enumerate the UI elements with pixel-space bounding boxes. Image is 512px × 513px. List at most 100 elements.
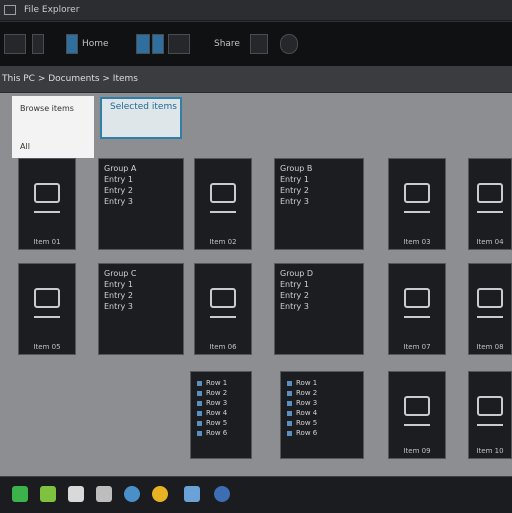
- globe-icon[interactable]: [214, 486, 230, 502]
- group-line: Entry 1: [104, 175, 133, 184]
- stand-icon: [210, 211, 236, 225]
- stand-icon: [210, 316, 236, 330]
- group-stack[interactable]: Group A Entry 1 Entry 2 Entry 3: [98, 158, 184, 250]
- group-line: Entry 1: [280, 280, 309, 289]
- item-tile[interactable]: Item 03: [388, 158, 446, 250]
- nav-item-selected[interactable]: Browse items All: [12, 96, 94, 158]
- view-icon[interactable]: [152, 34, 164, 54]
- stand-icon: [34, 211, 60, 225]
- mail-icon[interactable]: [184, 486, 200, 502]
- stand-icon: [404, 424, 430, 438]
- item-tile[interactable]: Item 10: [468, 371, 512, 459]
- share-icon[interactable]: [250, 34, 268, 54]
- stand-icon: [477, 424, 503, 438]
- group-stack[interactable]: Group C Entry 1 Entry 2 Entry 3: [98, 263, 184, 355]
- list-item: Row 6: [287, 428, 357, 438]
- stand-icon: [477, 211, 503, 225]
- group-line: Entry 2: [280, 291, 309, 300]
- monitor-icon: [34, 183, 60, 203]
- list-item: Row 3: [197, 398, 245, 408]
- group-line: Entry 2: [104, 291, 133, 300]
- settings-icon[interactable]: [124, 486, 140, 502]
- tile-caption: Item 08: [476, 343, 504, 351]
- list-item: Row 5: [197, 418, 245, 428]
- browser-icon[interactable]: [152, 486, 168, 502]
- folder-icon[interactable]: [68, 486, 84, 502]
- layout-button[interactable]: [168, 34, 190, 54]
- tile-caption: Item 09: [403, 447, 431, 455]
- view-icon[interactable]: [136, 34, 150, 54]
- group-line: Entry 3: [280, 302, 309, 311]
- list-item: Row 2: [287, 388, 357, 398]
- tile-caption: Item 03: [403, 238, 431, 246]
- media-icon[interactable]: [96, 486, 112, 502]
- tile-caption: Item 10: [476, 447, 504, 455]
- stand-icon: [404, 316, 430, 330]
- item-tile[interactable]: Item 01: [18, 158, 76, 250]
- tile-caption: Item 06: [209, 343, 237, 351]
- list-item: Row 2: [197, 388, 245, 398]
- list-item: Row 4: [287, 408, 357, 418]
- group-title: Group B: [280, 164, 313, 173]
- tile-caption: Item 05: [33, 343, 61, 351]
- tile-caption: Item 07: [403, 343, 431, 351]
- group-line: Entry 3: [104, 197, 133, 206]
- list-tile[interactable]: Row 1 Row 2 Row 3 Row 4 Row 5 Row 6: [280, 371, 364, 459]
- group-line: Entry 3: [104, 302, 133, 311]
- tile-caption: Item 01: [33, 238, 61, 246]
- app-icon: [4, 5, 16, 15]
- monitor-icon: [477, 396, 503, 416]
- item-tile[interactable]: Item 06: [194, 263, 252, 355]
- monitor-icon: [404, 288, 430, 308]
- disc-icon[interactable]: [280, 34, 298, 54]
- group-stack[interactable]: Group D Entry 1 Entry 2 Entry 3: [274, 263, 364, 355]
- list-item: Row 1: [287, 378, 357, 388]
- group-title: Group D: [280, 269, 314, 278]
- item-tile[interactable]: Item 04: [468, 158, 512, 250]
- item-tile[interactable]: Item 09: [388, 371, 446, 459]
- content-area: Browse items All Selected items Item 01 …: [0, 93, 512, 476]
- item-tile[interactable]: Item 08: [468, 263, 512, 355]
- address-bar[interactable]: This PC > Documents > Items: [0, 66, 512, 93]
- tab-selected-items[interactable]: Selected items: [100, 97, 182, 139]
- arrow-icon[interactable]: [312, 34, 352, 54]
- taskbar: [0, 476, 512, 513]
- group-line: Entry 2: [104, 186, 133, 195]
- forward-button[interactable]: [32, 34, 44, 54]
- toolbar-label-share[interactable]: Share: [214, 39, 240, 49]
- stand-icon: [477, 316, 503, 330]
- item-tile[interactable]: Item 05: [18, 263, 76, 355]
- monitor-icon: [210, 183, 236, 203]
- address-text: This PC > Documents > Items: [2, 74, 138, 84]
- list-item: Row 5: [287, 418, 357, 428]
- monitor-icon: [210, 288, 236, 308]
- window-title: File Explorer: [24, 5, 80, 15]
- app-icon[interactable]: [40, 486, 56, 502]
- back-button[interactable]: [4, 34, 26, 54]
- folder-icon[interactable]: [66, 34, 78, 54]
- group-stack[interactable]: Group B Entry 1 Entry 2 Entry 3: [274, 158, 364, 250]
- stand-icon: [34, 316, 60, 330]
- item-tile[interactable]: Item 07: [388, 263, 446, 355]
- group-title: Group C: [104, 269, 137, 278]
- start-icon[interactable]: [12, 486, 28, 502]
- group-line: Entry 3: [280, 197, 309, 206]
- list-tile[interactable]: Row 1 Row 2 Row 3 Row 4 Row 5 Row 6: [190, 371, 252, 459]
- tile-caption: Item 04: [476, 238, 504, 246]
- group-title: Group A: [104, 164, 137, 173]
- group-line: Entry 2: [280, 186, 309, 195]
- monitor-icon: [404, 396, 430, 416]
- group-line: Entry 1: [280, 175, 309, 184]
- nav-sub-label: All: [20, 142, 30, 151]
- toolbar: Home Share: [0, 21, 512, 67]
- monitor-icon: [477, 288, 503, 308]
- toolbar-label-home[interactable]: Home: [82, 39, 109, 49]
- nav-label: Browse items: [20, 104, 74, 113]
- title-bar: File Explorer: [0, 0, 512, 21]
- list-item: Row 6: [197, 428, 245, 438]
- list-item: Row 1: [197, 378, 245, 388]
- item-tile[interactable]: Item 02: [194, 158, 252, 250]
- monitor-icon: [477, 183, 503, 203]
- monitor-icon: [34, 288, 60, 308]
- group-line: Entry 1: [104, 280, 133, 289]
